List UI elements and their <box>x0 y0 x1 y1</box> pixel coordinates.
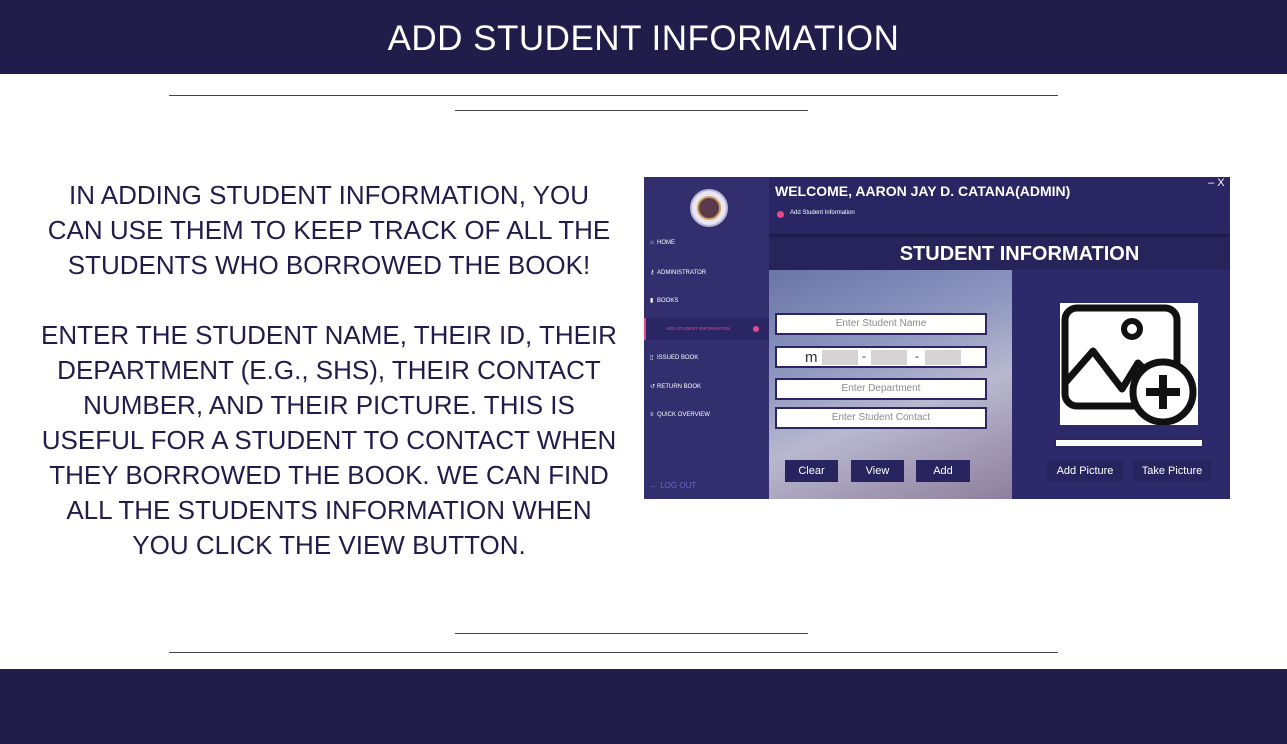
footer-bar <box>0 669 1287 744</box>
student-name-input[interactable]: Enter Student Name <box>775 313 987 335</box>
app-sidebar: ⌂ HOME ⚷ ADMINISTRATOR ▮ BOOKS ADD STUDENT … <box>644 177 769 499</box>
window-controls: – X <box>1208 177 1225 189</box>
sidebar-item-active-label: ADD STUDENT INFORMATION <box>666 326 731 331</box>
home-icon: ⌂ <box>650 240 654 246</box>
divider-bottom-long <box>169 652 1058 653</box>
student-form-panel: Enter Student Name m - - Enter Departmen… <box>769 270 1012 499</box>
school-logo <box>690 189 728 227</box>
sidebar-item-administrator[interactable]: ⚷ ADMINISTRATOR <box>650 269 706 276</box>
book-icon: ▮ <box>650 298 654 304</box>
divider-bottom-short <box>455 633 808 634</box>
student-contact-input[interactable]: Enter Student Contact <box>775 407 987 429</box>
id-separator: - <box>862 349 866 363</box>
app-screenshot: ⌂ HOME ⚷ ADMINISTRATOR ▮ BOOKS ADD STUDENT … <box>644 177 1230 499</box>
add-picture-button[interactable]: Add Picture <box>1047 460 1123 482</box>
list-icon: ≡ <box>650 412 654 418</box>
close-button[interactable]: X <box>1217 177 1224 189</box>
divider-top-long <box>169 95 1058 96</box>
add-button[interactable]: Add <box>916 460 970 482</box>
active-badge-icon <box>753 326 759 332</box>
id-segment-1[interactable] <box>822 350 858 365</box>
breadcrumb: Add Student Information <box>790 210 855 216</box>
sidebar-item-issued-book[interactable]: ▯ ISSUED BOOK <box>650 354 698 361</box>
id-prefix: m <box>805 349 818 366</box>
add-image-icon <box>1061 304 1197 426</box>
sidebar-item-home[interactable]: ⌂ HOME <box>650 240 675 246</box>
department-input[interactable]: Enter Department <box>775 378 987 400</box>
return-icon: ↺ <box>650 384 656 390</box>
section-title: STUDENT INFORMATION <box>899 243 1140 265</box>
student-id-input[interactable]: m - - <box>775 346 987 368</box>
picture-panel: Add Picture Take Picture <box>1012 270 1230 499</box>
sidebar-item-quick-overview[interactable]: ≡ QUICK OVERVIEW <box>650 412 710 418</box>
student-picture-frame <box>1060 303 1198 426</box>
id-separator: - <box>915 349 919 363</box>
clear-button[interactable]: Clear <box>785 460 838 482</box>
divider-top-short <box>455 110 808 111</box>
logout-link[interactable]: ← LOG OUT <box>650 481 696 490</box>
header-bar: ADD STUDENT INFORMATION <box>0 0 1287 74</box>
page-title: ADD STUDENT INFORMATION <box>387 19 900 58</box>
bookmark-icon: ▯ <box>650 355 654 361</box>
minimize-button[interactable]: – <box>1208 177 1214 189</box>
id-segment-3[interactable] <box>925 350 961 365</box>
sidebar-item-books[interactable]: ▮ BOOKS <box>650 297 678 304</box>
description-paragraph-1: IN ADDING STUDENT INFORMATION, YOU CAN U… <box>47 180 611 280</box>
view-button[interactable]: View <box>851 460 904 482</box>
info-icon <box>777 211 784 218</box>
take-picture-button[interactable]: Take Picture <box>1133 460 1211 482</box>
id-segment-2[interactable] <box>871 350 907 365</box>
sidebar-item-return-book[interactable]: ↺ RETURN BOOK <box>650 383 701 390</box>
section-banner: STUDENT INFORMATION <box>769 234 1230 270</box>
welcome-title: WELCOME, AARON JAY D. CATANA(ADMIN) <box>775 183 1071 199</box>
description-paragraph-2: ENTER THE STUDENT NAME, THEIR ID, THEIR … <box>41 320 617 560</box>
key-icon: ⚷ <box>650 270 655 276</box>
picture-path-bar <box>1054 438 1204 448</box>
